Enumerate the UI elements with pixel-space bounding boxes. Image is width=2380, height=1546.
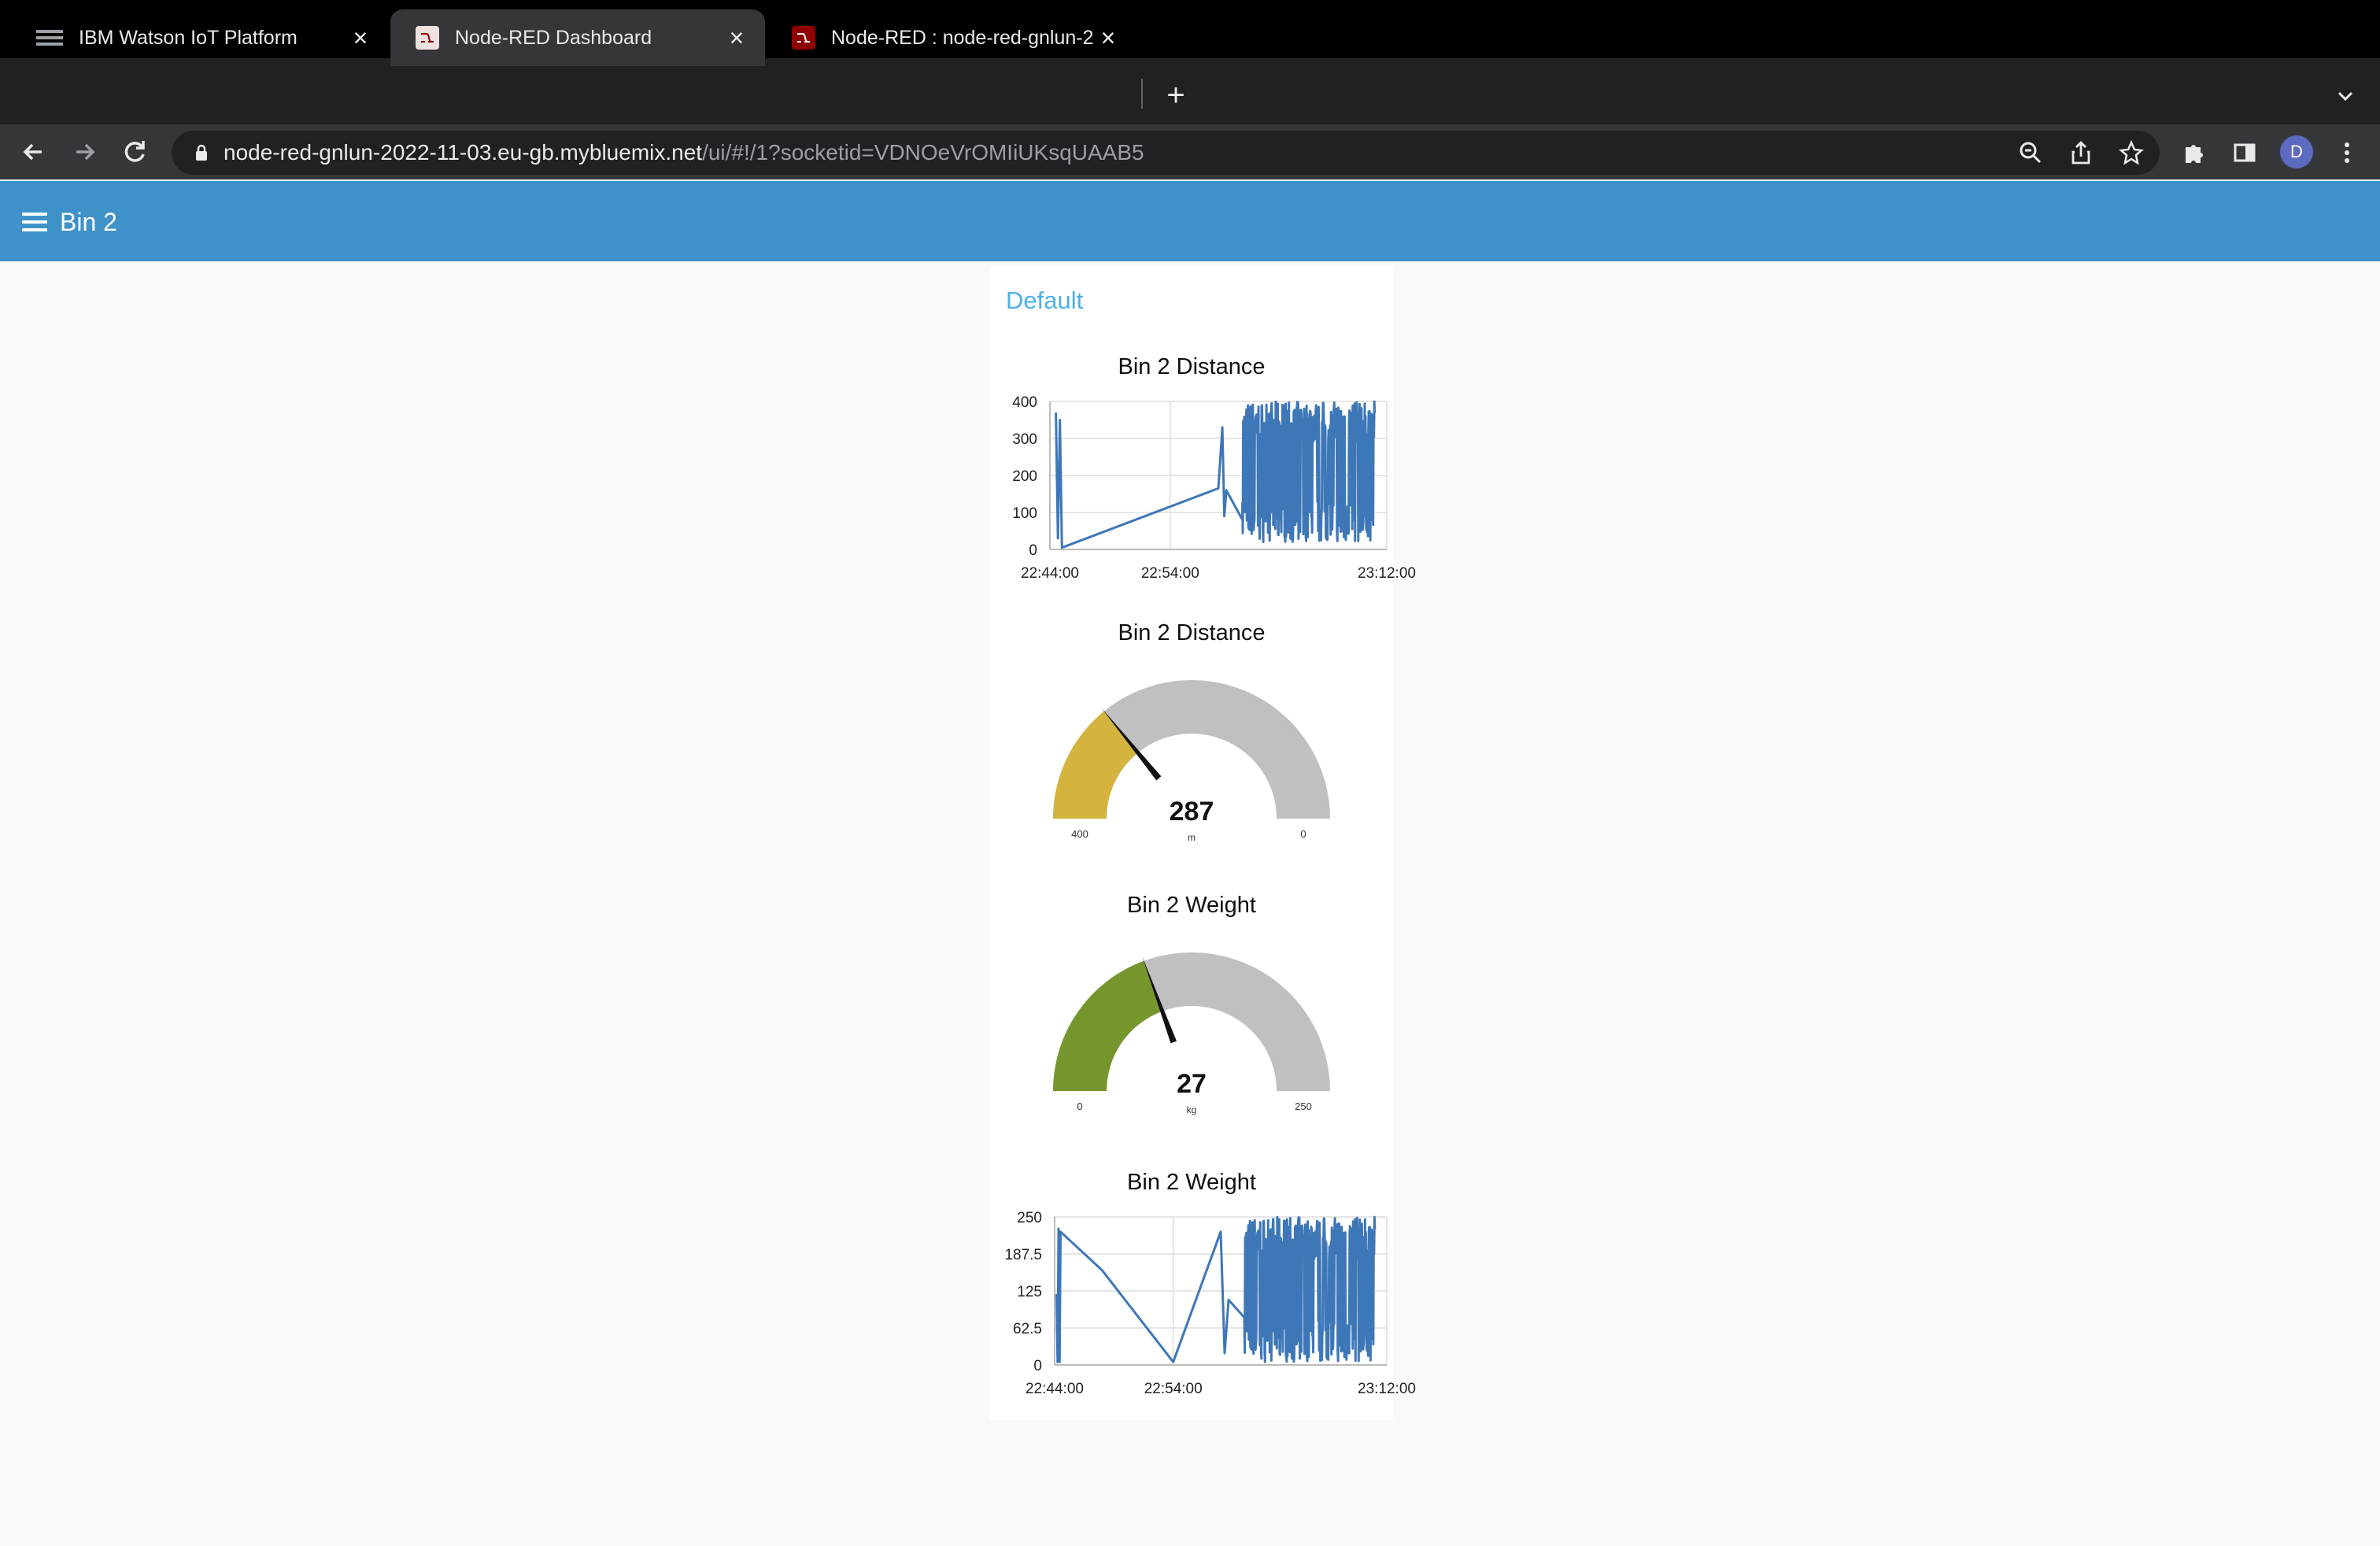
x-tick-label: 23:12:00 [1358, 1381, 1416, 1397]
back-arrow-icon[interactable] [16, 134, 52, 170]
zoom-icon[interactable] [2015, 137, 2046, 168]
dashboard-header [0, 181, 2380, 261]
y-tick-label: 300 [1012, 431, 1037, 448]
gauge-units: kg [1187, 1104, 1197, 1115]
gauge-max-label: 0 [1300, 828, 1306, 840]
node-red-icon [416, 26, 439, 50]
close-icon[interactable]: × [346, 24, 375, 52]
reload-icon[interactable] [116, 134, 153, 170]
gauge-value: 287 [1170, 797, 1214, 827]
more-menu-icon[interactable] [2331, 137, 2363, 168]
ibm-watson-icon [36, 36, 63, 39]
weight-gauge-title: Bin 2 Weight [1127, 893, 1256, 918]
node-red-icon [792, 26, 815, 50]
forward-arrow-icon[interactable] [66, 134, 102, 170]
tab-node-red-editor[interactable]: Node-RED : node-red-gnlun-2 × [767, 9, 1136, 66]
x-tick-label: 22:54:00 [1144, 1381, 1203, 1397]
gauge-value: 27 [1177, 1069, 1207, 1099]
extensions-icon[interactable] [2179, 137, 2210, 168]
tab-label: Node-RED : node-red-gnlun-2 [831, 26, 1094, 49]
new-tab-icon[interactable]: + [1159, 79, 1193, 113]
tab-ibm-watson[interactable]: IBM Watson IoT Platform × [11, 9, 389, 66]
tab-separator [1141, 79, 1143, 109]
gauge-units: m [1188, 832, 1196, 843]
x-tick-label: 23:12:00 [1358, 565, 1416, 582]
distance-chart[interactable]: 0 100 200 300 400 22:44:00 22:54:00 23:12:00 [990, 384, 1416, 589]
close-icon[interactable]: × [722, 24, 751, 52]
gauge-max-label: 250 [1295, 1100, 1312, 1112]
y-tick-label: 400 [1012, 394, 1037, 411]
tab-node-red-dashboard[interactable]: Node-RED Dashboard × [390, 9, 765, 66]
tab-label: Node-RED Dashboard [455, 26, 652, 49]
x-tick-label: 22:44:00 [1021, 565, 1079, 582]
url-path: /ui/#!/1?socketid=VDNOeVrOMIiUKsqUAAB5 [702, 140, 1144, 165]
y-tick-label: 0 [1029, 542, 1037, 559]
y-tick-label: 250 [1017, 1210, 1042, 1226]
gauge-min-label: 400 [1071, 828, 1088, 840]
group-title: Default [1006, 287, 1084, 314]
url-host: node-red-gnlun-2022-11-03.eu-gb.mybluemi… [224, 140, 703, 165]
x-tick-label: 22:54:00 [1141, 565, 1199, 582]
weight-chart[interactable]: 0 62.5 125 187.5 250 22:44:00 22:54:00 23:12:00 [990, 1200, 1416, 1404]
side-panel-icon[interactable] [2229, 137, 2260, 168]
distance-gauge-title: Bin 2 Distance [1118, 620, 1266, 645]
weight-chart-title: Bin 2 Weight [1127, 1170, 1256, 1195]
tab-label: IBM Watson IoT Platform [79, 26, 298, 49]
y-tick-label: 0 [1033, 1358, 1042, 1374]
distance-gauge: 287 m 400 0 [1053, 680, 1330, 843]
gauge-min-label: 0 [1077, 1100, 1082, 1112]
lock-icon[interactable] [190, 142, 213, 164]
x-tick-label: 22:44:00 [1026, 1381, 1084, 1397]
bookmark-star-icon[interactable] [2116, 137, 2147, 168]
url-text[interactable]: node-red-gnlun-2022-11-03.eu-gb.mybluemi… [224, 137, 1144, 168]
distance-chart-title: Bin 2 Distance [1118, 354, 1266, 379]
y-tick-label: 100 [1012, 505, 1037, 522]
hamburger-menu-icon[interactable] [22, 213, 47, 231]
profile-avatar[interactable]: D [2280, 135, 2313, 168]
y-tick-label: 187.5 [1004, 1247, 1042, 1263]
y-tick-label: 125 [1017, 1284, 1042, 1300]
weight-gauge: 27 kg 0 250 [1053, 952, 1330, 1115]
series-line [1055, 400, 1377, 549]
series-line [1055, 1215, 1377, 1363]
gauge-fill [1053, 960, 1162, 1091]
share-icon[interactable] [2065, 137, 2097, 168]
y-tick-label: 62.5 [1013, 1321, 1042, 1337]
dashboard-title: Bin 2 [60, 208, 117, 236]
y-tick-label: 200 [1012, 468, 1037, 485]
close-icon[interactable]: × [1094, 24, 1122, 52]
chevron-down-icon[interactable] [2330, 80, 2361, 112]
